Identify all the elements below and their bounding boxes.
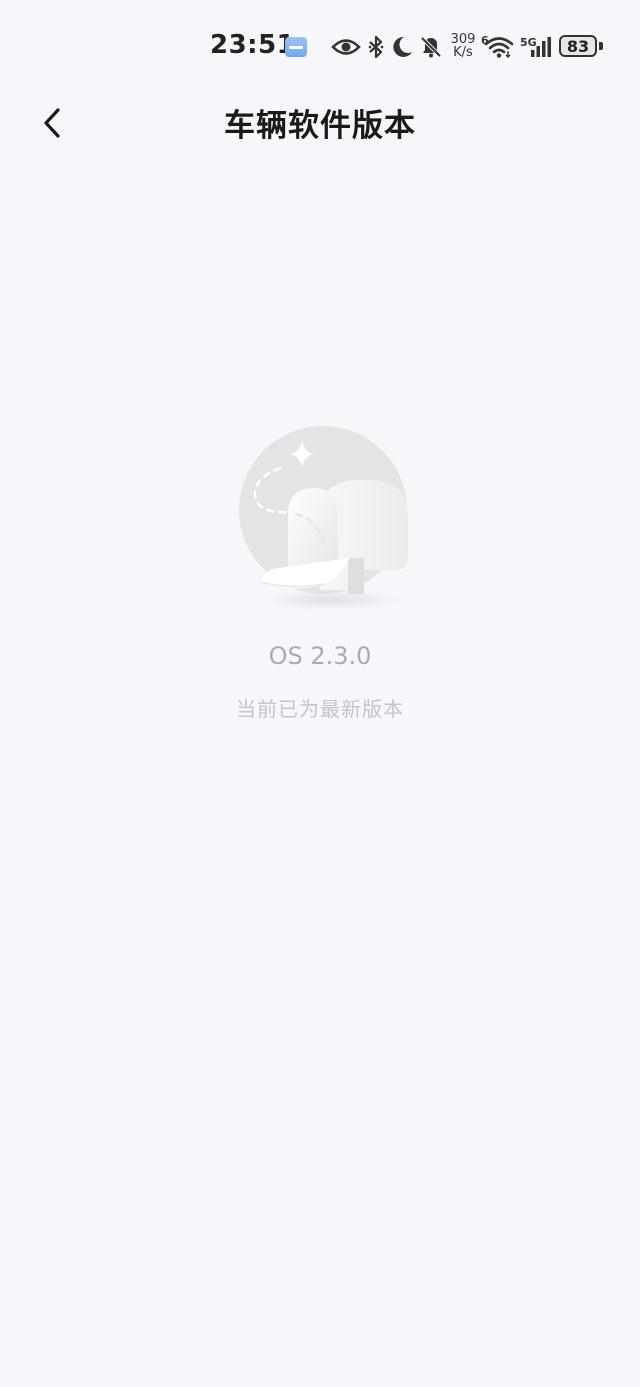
bluetooth-icon [367, 35, 385, 59]
network-speed: 309 K/s [449, 33, 477, 59]
bell-off-icon [419, 35, 443, 59]
battery-icon: 83 [559, 35, 597, 57]
battery-level: 83 [566, 36, 590, 56]
status-bar: 23:51 309 K/s 6 5G 83 [0, 0, 640, 92]
app-notification-icon [285, 37, 307, 57]
header: 车辆软件版本 [0, 92, 640, 152]
moon-icon [391, 35, 413, 59]
network-speed-unit: K/s [453, 45, 473, 60]
status-time: 23:51 [210, 30, 296, 60]
battery-cap [599, 42, 603, 50]
page-title: 车辆软件版本 [224, 108, 416, 144]
version-number: OS 2.3.0 [268, 642, 372, 670]
version-status-text: 当前已为最新版本 [236, 697, 404, 721]
mailbox-illustration [230, 418, 420, 618]
signal-icon [530, 36, 552, 58]
wifi-icon [484, 36, 514, 58]
eye-icon [331, 36, 361, 58]
